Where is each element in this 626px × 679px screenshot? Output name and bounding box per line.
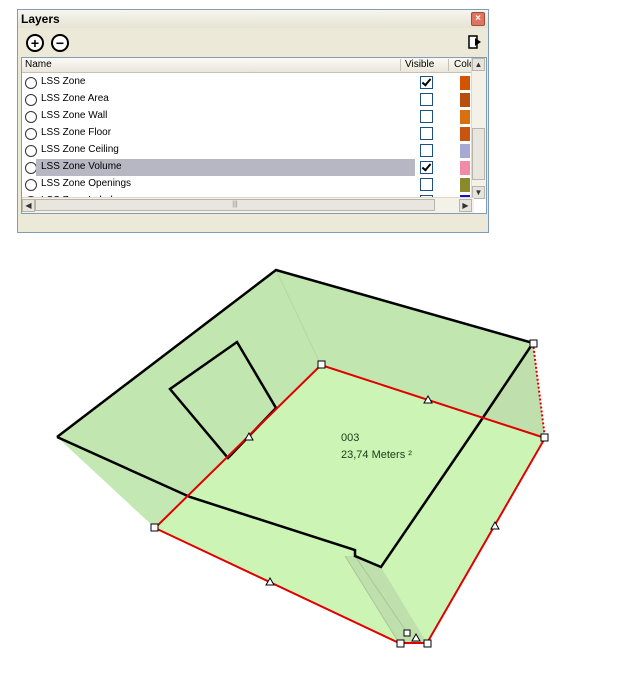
model-viewport[interactable] [0, 0, 626, 679]
zone-area-label: 23,74 Meters ² [341, 449, 412, 461]
zone-number-label: 003 [341, 432, 360, 444]
